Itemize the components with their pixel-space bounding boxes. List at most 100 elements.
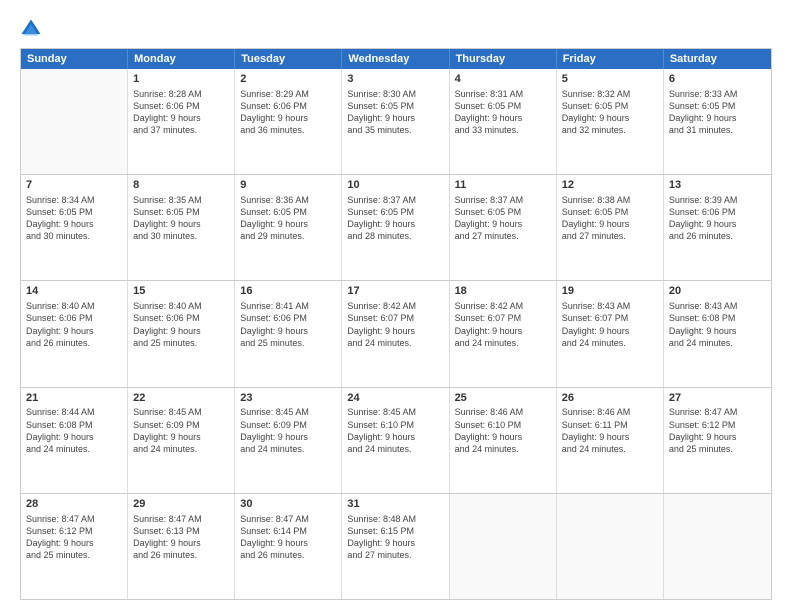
cell-line: Sunrise: 8:32 AM [562,88,658,100]
cell-line: Sunrise: 8:40 AM [26,300,122,312]
logo [20,20,45,40]
cell-line: Daylight: 9 hours [455,218,551,230]
calendar-cell: 11Sunrise: 8:37 AMSunset: 6:05 PMDayligh… [450,175,557,280]
day-number: 21 [26,391,122,406]
day-number: 18 [455,284,551,299]
cell-line: Daylight: 9 hours [240,431,336,443]
cell-line: and 26 minutes. [669,230,766,242]
cell-line: Sunset: 6:06 PM [240,100,336,112]
calendar-cell: 4Sunrise: 8:31 AMSunset: 6:05 PMDaylight… [450,69,557,174]
cell-line: and 24 minutes. [347,443,443,455]
calendar-cell: 23Sunrise: 8:45 AMSunset: 6:09 PMDayligh… [235,388,342,493]
calendar-cell: 27Sunrise: 8:47 AMSunset: 6:12 PMDayligh… [664,388,771,493]
header-day-friday: Friday [557,49,664,69]
cell-line: and 24 minutes. [562,443,658,455]
cell-line: Sunset: 6:14 PM [240,525,336,537]
cell-line: Sunset: 6:13 PM [133,525,229,537]
cell-line: Sunset: 6:05 PM [455,100,551,112]
day-number: 19 [562,284,658,299]
cell-line: Sunrise: 8:47 AM [669,406,766,418]
calendar-cell: 1Sunrise: 8:28 AMSunset: 6:06 PMDaylight… [128,69,235,174]
cell-line: Sunrise: 8:44 AM [26,406,122,418]
cell-line: Daylight: 9 hours [133,537,229,549]
cell-line: Daylight: 9 hours [133,218,229,230]
cell-line: and 24 minutes. [133,443,229,455]
cell-line: and 30 minutes. [133,230,229,242]
cell-line: Daylight: 9 hours [240,325,336,337]
day-number: 8 [133,178,229,193]
calendar-cell: 5Sunrise: 8:32 AMSunset: 6:05 PMDaylight… [557,69,664,174]
calendar-cell: 3Sunrise: 8:30 AMSunset: 6:05 PMDaylight… [342,69,449,174]
calendar-week-3: 14Sunrise: 8:40 AMSunset: 6:06 PMDayligh… [21,280,771,386]
calendar-cell: 7Sunrise: 8:34 AMSunset: 6:05 PMDaylight… [21,175,128,280]
cell-line: and 24 minutes. [240,443,336,455]
calendar-week-2: 7Sunrise: 8:34 AMSunset: 6:05 PMDaylight… [21,174,771,280]
cell-line: and 26 minutes. [240,549,336,561]
cell-line: and 27 minutes. [347,549,443,561]
cell-line: and 37 minutes. [133,124,229,136]
calendar-cell: 16Sunrise: 8:41 AMSunset: 6:06 PMDayligh… [235,281,342,386]
cell-line: and 27 minutes. [455,230,551,242]
calendar-cell: 12Sunrise: 8:38 AMSunset: 6:05 PMDayligh… [557,175,664,280]
cell-line: and 25 minutes. [669,443,766,455]
cell-line: Sunset: 6:05 PM [26,206,122,218]
cell-line: Sunset: 6:06 PM [133,312,229,324]
day-number: 28 [26,497,122,512]
cell-line: Daylight: 9 hours [133,431,229,443]
calendar-cell: 31Sunrise: 8:48 AMSunset: 6:15 PMDayligh… [342,494,449,599]
cell-line: Daylight: 9 hours [669,431,766,443]
cell-line: Daylight: 9 hours [133,325,229,337]
calendar-cell: 24Sunrise: 8:45 AMSunset: 6:10 PMDayligh… [342,388,449,493]
day-number: 23 [240,391,336,406]
cell-line: Sunset: 6:10 PM [455,419,551,431]
day-number: 12 [562,178,658,193]
calendar-cell: 29Sunrise: 8:47 AMSunset: 6:13 PMDayligh… [128,494,235,599]
cell-line: Sunrise: 8:39 AM [669,194,766,206]
cell-line: and 32 minutes. [562,124,658,136]
day-number: 16 [240,284,336,299]
day-number: 14 [26,284,122,299]
cell-line: Sunrise: 8:35 AM [133,194,229,206]
cell-line: Daylight: 9 hours [562,431,658,443]
calendar-cell: 6Sunrise: 8:33 AMSunset: 6:05 PMDaylight… [664,69,771,174]
cell-line: Daylight: 9 hours [669,218,766,230]
cell-line: Daylight: 9 hours [455,431,551,443]
cell-line: Sunrise: 8:46 AM [562,406,658,418]
calendar-week-5: 28Sunrise: 8:47 AMSunset: 6:12 PMDayligh… [21,493,771,599]
calendar-cell: 22Sunrise: 8:45 AMSunset: 6:09 PMDayligh… [128,388,235,493]
cell-line: Daylight: 9 hours [347,431,443,443]
cell-line: Sunset: 6:08 PM [26,419,122,431]
cell-line: Daylight: 9 hours [347,218,443,230]
cell-line: Sunrise: 8:43 AM [669,300,766,312]
header-day-tuesday: Tuesday [235,49,342,69]
cell-line: Daylight: 9 hours [669,112,766,124]
calendar-cell: 9Sunrise: 8:36 AMSunset: 6:05 PMDaylight… [235,175,342,280]
cell-line: and 33 minutes. [455,124,551,136]
day-number: 24 [347,391,443,406]
cell-line: Sunset: 6:12 PM [26,525,122,537]
cell-line: Sunrise: 8:48 AM [347,513,443,525]
cell-line: Sunset: 6:05 PM [455,206,551,218]
cell-line: Daylight: 9 hours [26,218,122,230]
cell-line: and 36 minutes. [240,124,336,136]
cell-line: Sunrise: 8:31 AM [455,88,551,100]
calendar: SundayMondayTuesdayWednesdayThursdayFrid… [20,48,772,600]
day-number: 31 [347,497,443,512]
cell-line: and 30 minutes. [26,230,122,242]
day-number: 20 [669,284,766,299]
cell-line: Sunset: 6:06 PM [240,312,336,324]
day-number: 29 [133,497,229,512]
day-number: 9 [240,178,336,193]
cell-line: Sunset: 6:05 PM [347,100,443,112]
cell-line: Daylight: 9 hours [455,325,551,337]
calendar-cell: 14Sunrise: 8:40 AMSunset: 6:06 PMDayligh… [21,281,128,386]
cell-line: Sunset: 6:07 PM [562,312,658,324]
day-number: 1 [133,72,229,87]
calendar-header-row: SundayMondayTuesdayWednesdayThursdayFrid… [21,49,771,69]
cell-line: Sunset: 6:05 PM [133,206,229,218]
cell-line: Sunrise: 8:37 AM [347,194,443,206]
calendar-cell: 10Sunrise: 8:37 AMSunset: 6:05 PMDayligh… [342,175,449,280]
cell-line: Sunrise: 8:42 AM [455,300,551,312]
cell-line: Sunset: 6:07 PM [347,312,443,324]
cell-line: Daylight: 9 hours [562,325,658,337]
